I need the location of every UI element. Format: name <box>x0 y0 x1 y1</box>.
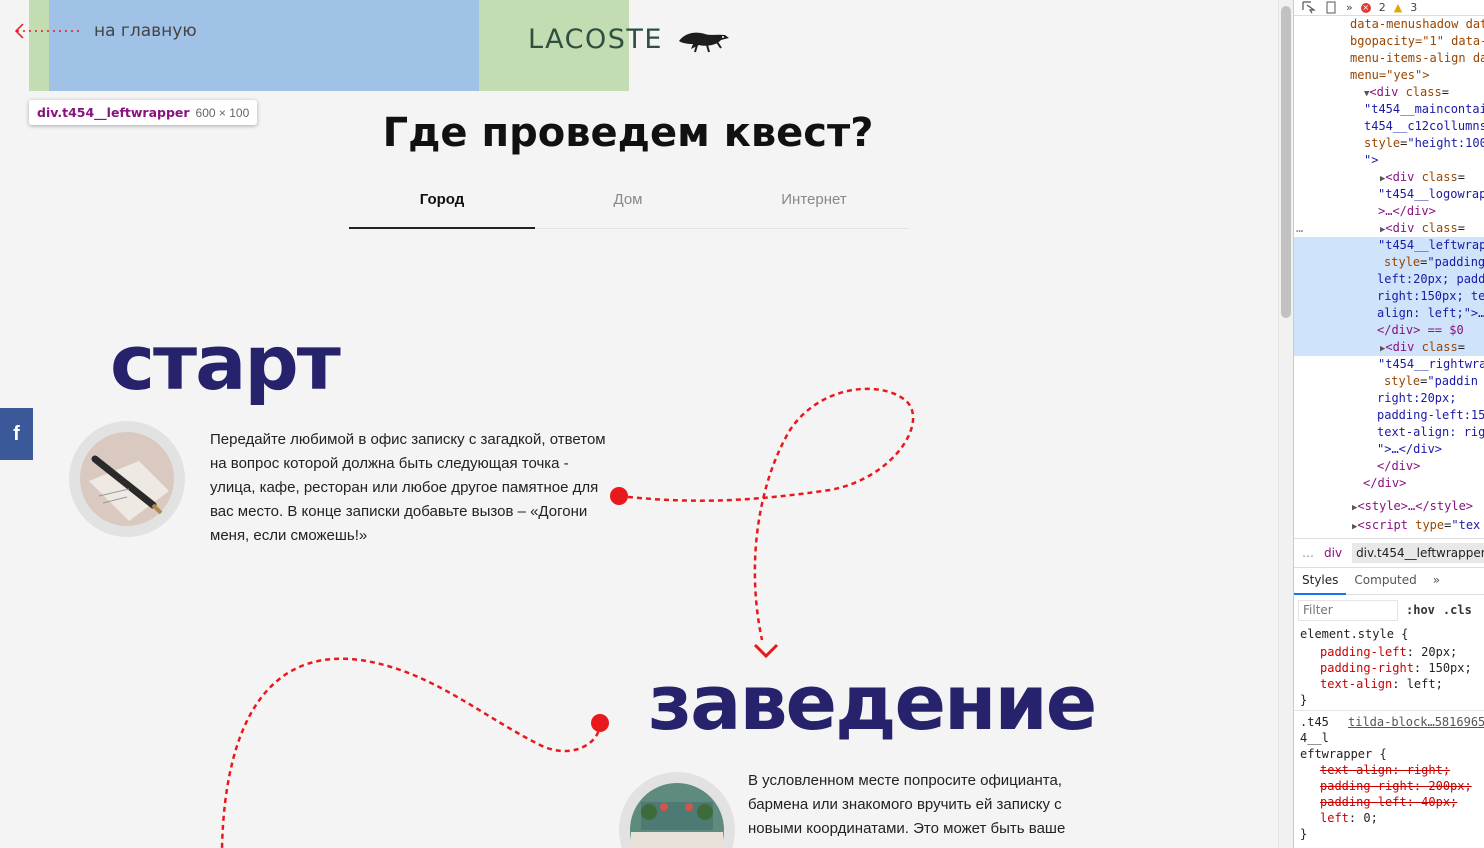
tree-line: text-align: rig <box>1377 425 1484 439</box>
tree-line: data-menushadow data <box>1350 17 1484 31</box>
rule-declaration[interactable]: padding-right: 150px; <box>1320 660 1472 676</box>
rule-selector-element-style: element.style { <box>1300 627 1409 641</box>
class-toggle[interactable]: .cls <box>1443 603 1472 617</box>
error-count: 2 <box>1378 1 1386 14</box>
elements-tree: data-menushadow data bgopacity="1" data-… <box>1294 16 1484 538</box>
tree-line: "t454__logowrap <box>1378 187 1484 201</box>
step-venue-description: В условленном месте попросите официанта,… <box>748 772 1066 837</box>
warning-icon[interactable]: ▲ <box>1394 1 1402 14</box>
tree-line: padding-left:15 <box>1377 408 1484 422</box>
rule-selector-leftwrapper: 4__l <box>1300 731 1329 745</box>
tree-line: "t454__rightwra <box>1378 357 1484 371</box>
rule-declaration[interactable]: left: 0; <box>1320 810 1378 826</box>
breadcrumb-more[interactable]: … <box>1302 546 1314 560</box>
tree-line: style="padding <box>1384 255 1484 269</box>
tree-line: align: left;">… <box>1377 306 1484 320</box>
warning-count: 3 <box>1410 1 1418 14</box>
rule-declaration[interactable]: text-align: left; <box>1320 676 1443 692</box>
node-actions-ellipsis[interactable]: … <box>1296 220 1303 237</box>
hover-state-toggle[interactable]: :hov <box>1406 603 1435 617</box>
rule-separator <box>1294 710 1484 711</box>
error-count-icon[interactable]: × <box>1360 2 1371 13</box>
more-panels-icon[interactable]: » <box>1425 568 1448 595</box>
tree-node-script[interactable]: ▶<script type="tex <box>1352 517 1480 536</box>
devtools-toolbar: » × 2 ▲ 3 <box>1294 0 1484 16</box>
pen-and-note-photo <box>69 421 185 537</box>
tab-computed[interactable]: Computed <box>1346 568 1424 595</box>
styles-filter-row: :hov .cls <box>1298 598 1483 622</box>
select-element-icon[interactable] <box>1302 1 1316 14</box>
tree-line: style="paddin <box>1384 374 1478 388</box>
rule-declaration-overridden[interactable]: text-align: right; <box>1320 762 1450 778</box>
tree-line: "t454__maincontai <box>1364 102 1484 116</box>
breadcrumb-div[interactable]: div <box>1324 546 1342 560</box>
rule-close: } <box>1300 827 1308 841</box>
tree-node-style[interactable]: ▶<style>…</style> <box>1352 498 1473 517</box>
tree-line: </div> <box>1377 459 1421 473</box>
rule-selector-leftwrapper: .t45 <box>1300 715 1329 729</box>
tree-line: bgopacity="1" data- <box>1350 34 1484 48</box>
tree-line: "> <box>1364 153 1379 167</box>
tree-line: "t454__leftwrap <box>1378 238 1484 252</box>
page-scrollbar-thumb[interactable] <box>1281 6 1291 318</box>
tree-line: >…</div> <box>1378 204 1436 218</box>
web-page-viewport: на главную LACOSTE div.t454__leftwrapper… <box>0 0 1278 848</box>
tree-line: ">…</div> <box>1377 442 1443 456</box>
pen-photo-image <box>80 432 174 526</box>
devtools-panel: » × 2 ▲ 3 data-menushadow data bgopacity="… <box>1293 0 1484 848</box>
restaurant-photo-image <box>630 783 724 848</box>
device-toolbar-icon[interactable] <box>1324 1 1338 14</box>
breadcrumb-leftwrapper[interactable]: div.t454__leftwrapper <box>1352 543 1484 563</box>
tree-line: </div> <box>1363 476 1407 490</box>
styles-panel-tabs: Styles Computed » <box>1294 568 1484 595</box>
tree-line: right:20px; <box>1377 391 1457 405</box>
tree-line: style="height:100 <box>1364 136 1484 150</box>
rule-close: } <box>1300 693 1308 707</box>
tree-line: menu="yes"> <box>1350 68 1430 82</box>
restaurant-photo <box>619 772 735 848</box>
breadcrumb: … div div.t454__leftwrapper <box>1294 538 1484 568</box>
rule-declaration-overridden[interactable]: padding-left: 40px; <box>1320 794 1457 810</box>
tree-line: right:150px; te <box>1377 289 1484 303</box>
tree-line: t454__c12collumns <box>1364 119 1484 133</box>
page-scrollbar[interactable] <box>1278 0 1293 848</box>
rule-selector-leftwrapper: eftwrapper { <box>1300 747 1387 761</box>
tree-line-selected-close: </div> == $0 <box>1377 323 1464 337</box>
rule-source-link[interactable]: tilda-block…5816965 <box>1348 714 1484 730</box>
more-tabs-icon[interactable]: » <box>1346 1 1353 14</box>
tree-line: left:20px; padd <box>1377 272 1484 286</box>
tree-line: menu-items-align da <box>1350 51 1484 65</box>
step-venue-title: заведение <box>648 658 1097 747</box>
step-start-title: старт <box>110 318 341 407</box>
rule-declaration-overridden[interactable]: padding-right: 200px; <box>1320 778 1472 794</box>
tab-styles[interactable]: Styles <box>1294 568 1347 595</box>
rule-declaration[interactable]: padding-left: 20px; <box>1320 644 1457 660</box>
step-start-description: Передайте любимой в офис записку с загад… <box>210 431 606 544</box>
styles-filter-input[interactable] <box>1298 599 1398 621</box>
